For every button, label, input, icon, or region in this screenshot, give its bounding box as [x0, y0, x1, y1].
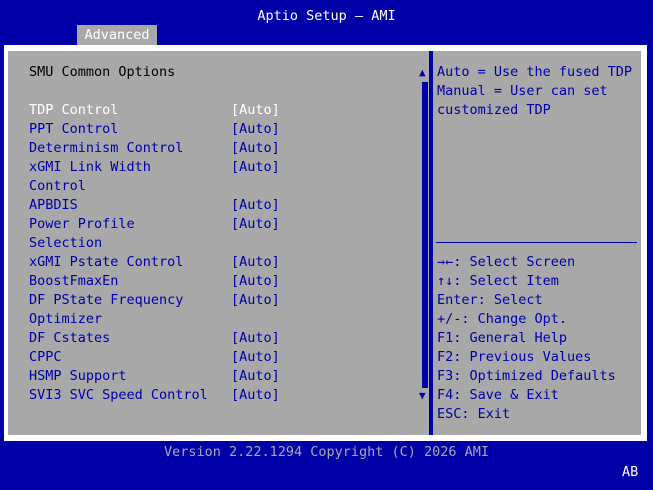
setting-label-determinism-control[interactable]: Determinism Control — [29, 140, 183, 156]
key-help-save-exit: F4: Save & Exit — [437, 387, 559, 403]
setting-label-tdp-control[interactable]: TDP Control — [29, 102, 118, 118]
setting-label-df-cstates[interactable]: DF Cstates — [29, 330, 110, 346]
setting-value-df-cstates[interactable]: [Auto] — [231, 330, 280, 346]
setting-label-apbdis[interactable]: APBDIS — [29, 197, 78, 213]
setting-label-boostfmaxen[interactable]: BoostFmaxEn — [29, 273, 118, 289]
setting-label-xgmi-link-width[interactable]: xGMI Link Width — [29, 159, 151, 175]
key-help-select-item: ↑↓: Select Item — [437, 273, 559, 289]
scroll-up-arrow-icon[interactable]: ▲ — [419, 66, 426, 79]
setting-label-df-pstate-frequency[interactable]: DF PState Frequency — [29, 292, 183, 308]
help-divider — [436, 242, 637, 243]
setting-value-apbdis[interactable]: [Auto] — [231, 197, 280, 213]
window-title: Aptio Setup – AMI — [257, 8, 396, 24]
key-help-enter: Enter: Select — [437, 292, 543, 308]
setting-label-cppc[interactable]: CPPC — [29, 349, 62, 365]
setting-value-hsmp-support[interactable]: [Auto] — [231, 368, 280, 384]
setting-label-xgmi-link-width-cont[interactable]: Control — [29, 178, 86, 194]
setting-label-df-pstate-frequency-cont[interactable]: Optimizer — [29, 311, 102, 327]
version-footer: Version 2.22.1294 Copyright (C) 2026 AMI — [163, 444, 490, 460]
help-text-line: customized TDP — [437, 102, 551, 118]
tab-advanced[interactable]: Advanced — [77, 25, 157, 45]
setting-value-power-profile[interactable]: [Auto] — [231, 216, 280, 232]
key-help-select-screen: →←: Select Screen — [437, 254, 576, 270]
setting-label-ppt-control[interactable]: PPT Control — [29, 121, 118, 137]
status-badge: AB — [622, 464, 639, 480]
scrollbar-thumb[interactable] — [422, 82, 428, 388]
setting-value-determinism-control[interactable]: [Auto] — [231, 140, 280, 156]
setting-value-tdp-control[interactable]: [Auto] — [231, 102, 280, 118]
setting-label-xgmi-pstate-control[interactable]: xGMI Pstate Control — [29, 254, 183, 270]
help-text-line: Manual = User can set — [437, 83, 608, 99]
setting-value-boostfmaxen[interactable]: [Auto] — [231, 273, 280, 289]
setting-value-svi3-svc-speed-control[interactable]: [Auto] — [231, 387, 280, 403]
setting-value-cppc[interactable]: [Auto] — [231, 349, 280, 365]
setting-value-ppt-control[interactable]: [Auto] — [231, 121, 280, 137]
setting-label-svi3-svc-speed-control[interactable]: SVI3 SVC Speed Control — [29, 387, 208, 403]
key-help-previous-values: F2: Previous Values — [437, 349, 592, 365]
scroll-down-arrow-icon[interactable]: ▼ — [419, 389, 426, 402]
setting-value-xgmi-link-width[interactable]: [Auto] — [231, 159, 280, 175]
setting-label-hsmp-support[interactable]: HSMP Support — [29, 368, 127, 384]
key-help-optimized-defaults: F3: Optimized Defaults — [437, 368, 616, 384]
setting-value-df-pstate-frequency[interactable]: [Auto] — [231, 292, 280, 308]
setting-label-power-profile[interactable]: Power Profile — [29, 216, 135, 232]
setting-label-power-profile-cont[interactable]: Selection — [29, 235, 102, 251]
help-text-line: Auto = Use the fused TDP — [437, 64, 633, 80]
key-help-general-help: F1: General Help — [437, 330, 568, 346]
setting-value-xgmi-pstate-control[interactable]: [Auto] — [231, 254, 280, 270]
section-title: SMU Common Options — [29, 64, 176, 80]
key-help-exit: ESC: Exit — [437, 406, 511, 422]
key-help-change-opt: +/-: Change Opt. — [437, 311, 568, 327]
